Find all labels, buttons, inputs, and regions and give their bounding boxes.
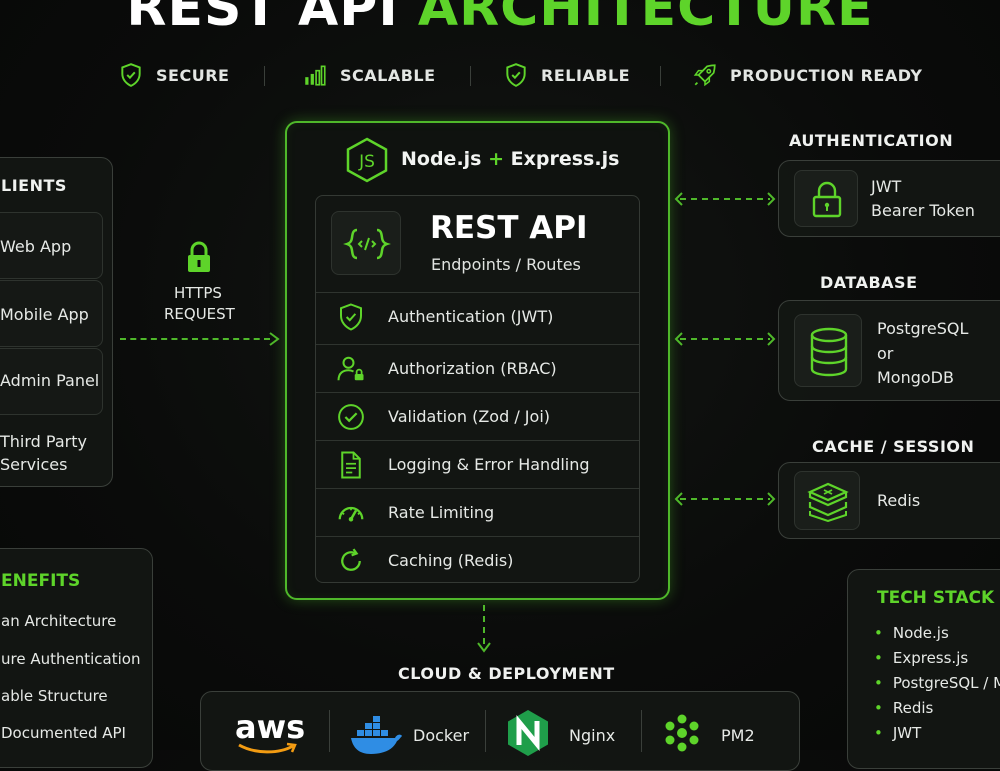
shield-check-icon	[506, 63, 526, 87]
badge-production-ready: PRODUCTION READY	[692, 60, 922, 90]
check-circle-icon	[338, 403, 364, 430]
nginx-label: Nginx	[569, 726, 616, 745]
title-part1: REST API	[126, 0, 399, 38]
database-panel: PostgreSQL or MongoDB	[778, 300, 1000, 401]
techstack-panel: TECH STACK Node.js Express.js PostgreSQL…	[847, 569, 1000, 769]
auth-heading: AUTHENTICATION	[789, 131, 954, 150]
client-mobile-app: Mobile App	[0, 280, 103, 347]
database-icon	[810, 327, 848, 377]
aws-logo: aws	[235, 708, 306, 746]
code-icon-box	[331, 211, 401, 275]
benefit-item: Documented API	[1, 724, 126, 742]
request-label: REQUEST	[164, 305, 235, 323]
badge-secure: SECURE	[118, 60, 229, 90]
feature-authorization: Authorization (RBAC)	[316, 344, 639, 392]
runtime-label: Node.js	[401, 148, 482, 170]
benefits-panel: ENEFITS an Architecture ure Authenticati…	[0, 548, 153, 768]
tech-item: Node.js	[874, 624, 949, 642]
auth-icon-box	[794, 170, 858, 227]
feature-caching: Caching (Redis)	[316, 536, 639, 584]
deploy-connector	[477, 605, 491, 653]
badge-divider	[264, 66, 265, 86]
client-admin-panel: Admin Panel	[0, 348, 103, 415]
clients-panel: LIENTS Web App Mobile App Admin Panel Th…	[0, 157, 113, 487]
api-title: REST API	[430, 210, 588, 246]
database-line3: MongoDB	[877, 368, 954, 387]
shield-check-icon	[121, 63, 141, 87]
lock-icon	[188, 241, 210, 272]
benefits-title: ENEFITS	[1, 571, 81, 591]
speedometer-icon	[338, 506, 364, 521]
tech-item: PostgreSQL / Mo	[874, 674, 1000, 692]
benefit-item: an Architecture	[1, 612, 117, 630]
tech-item: JWT	[874, 724, 921, 742]
feature-rate-limiting: Rate Limiting	[316, 488, 639, 536]
tech-item: Express.js	[874, 649, 968, 667]
auth-line1: JWT	[871, 177, 902, 196]
plus-sign: +	[488, 148, 505, 170]
right-connectors	[674, 192, 776, 506]
cache-heading: CACHE / SESSION	[812, 437, 975, 456]
nginx-icon	[508, 710, 548, 756]
benefit-item: able Structure	[1, 687, 108, 705]
tech-item: Redis	[874, 699, 933, 717]
badge-reliable: RELIABLE	[503, 60, 630, 90]
title-part2: ARCHITECTURE	[417, 0, 874, 38]
deploy-panel: aws Docker Nginx PM2	[200, 691, 800, 771]
deploy-divider	[485, 710, 486, 752]
https-connector	[120, 338, 270, 340]
auth-line2: Bearer Token	[871, 201, 975, 220]
api-subtitle: Endpoints / Routes	[431, 255, 581, 274]
cache-icon-box	[794, 471, 860, 530]
framework-label: Express.js	[510, 148, 620, 170]
docker-label: Docker	[413, 726, 470, 745]
feature-authentication: Authentication (JWT)	[316, 292, 639, 340]
https-label: HTTPS	[174, 284, 222, 302]
deploy-heading: CLOUD & DEPLOYMENT	[398, 664, 615, 683]
bar-chart-icon	[305, 65, 326, 86]
nodejs-icon: JS	[346, 137, 388, 183]
pm2-icon	[665, 714, 699, 752]
benefit-item: ure Authentication	[1, 650, 141, 668]
lock-icon	[812, 181, 842, 218]
database-icon-box	[794, 314, 862, 387]
database-heading: DATABASE	[820, 273, 918, 292]
page-title: REST API ARCHITECTURE	[0, 0, 1000, 38]
techstack-title: TECH STACK	[877, 588, 995, 608]
rocket-icon	[693, 64, 716, 87]
user-lock-icon	[337, 356, 364, 380]
docker-icon	[351, 716, 402, 754]
feature-logging: Logging & Error Handling	[316, 440, 639, 488]
feature-validation: Validation (Zod / Joi)	[316, 392, 639, 440]
document-icon	[341, 451, 361, 478]
aws-smile-icon	[238, 742, 297, 754]
deploy-divider	[329, 710, 330, 752]
refresh-icon	[341, 547, 361, 571]
badge-scalable: SCALABLE	[302, 60, 436, 90]
cache-line1: Redis	[877, 491, 921, 510]
svg-text:JS: JS	[358, 152, 375, 172]
client-web-app: Web App	[0, 212, 103, 279]
client-third-party: Third Party	[0, 432, 87, 451]
shield-check-icon	[340, 302, 362, 331]
feature-badges: SECURE SCALABLE RELIABLE PRODUCTION READ…	[0, 60, 1000, 90]
database-line1: PostgreSQL	[877, 319, 969, 338]
server-stack: Node.js + Express.js	[401, 148, 619, 170]
client-services: Services	[0, 455, 68, 474]
badge-divider	[470, 66, 471, 86]
pm2-label: PM2	[721, 726, 755, 745]
database-line2: or	[877, 344, 894, 363]
clients-title: LIENTS	[1, 176, 67, 195]
cache-panel: Redis	[778, 462, 1000, 539]
badge-divider	[660, 66, 661, 86]
code-braces-icon	[343, 228, 391, 260]
arrowhead-right	[269, 332, 280, 346]
auth-panel: JWT Bearer Token	[778, 160, 1000, 237]
redis-icon	[807, 482, 849, 522]
deploy-divider	[641, 710, 642, 752]
